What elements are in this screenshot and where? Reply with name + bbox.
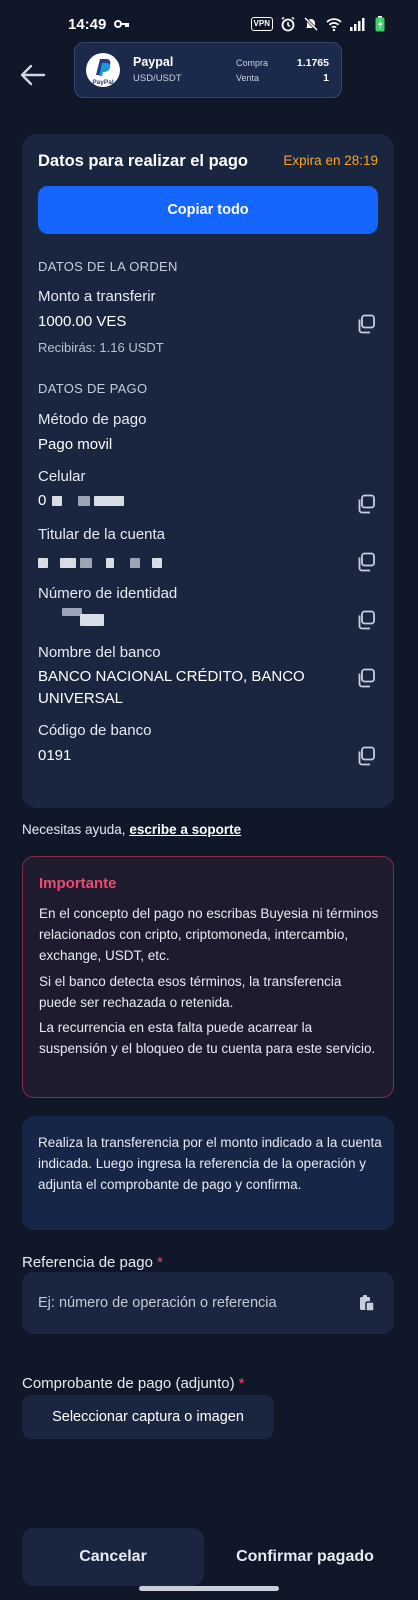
redacted-text [94, 496, 124, 506]
alarm-icon [281, 16, 295, 32]
home-indicator[interactable] [139, 1586, 279, 1591]
method-label: Método de pago [38, 411, 147, 428]
redacted-text [80, 614, 104, 626]
required-mark: * [156, 1254, 163, 1271]
status-bar: 14:49 VPN [0, 0, 418, 44]
pair-subtitle: USD/USDT [133, 73, 182, 84]
card-title: Datos para realizar el pago [38, 152, 248, 170]
copy-bank-code-icon[interactable] [356, 746, 376, 766]
back-arrow-icon[interactable] [18, 60, 48, 90]
bank-code-label: Código de banco [38, 722, 152, 739]
pair-card: PayPal Paypal USD/USDT Compra 1.1765 Ven… [74, 42, 342, 98]
wifi-icon [326, 18, 342, 32]
reference-label: Referencia de pago * [22, 1254, 163, 1271]
payment-details-card: Datos para realizar el pago Expira en 28… [22, 134, 394, 808]
redacted-text [62, 608, 82, 616]
copy-bank-icon[interactable] [356, 668, 376, 688]
reference-input[interactable] [22, 1272, 394, 1334]
amount-label: Monto a transferir [38, 288, 156, 305]
redacted-text [80, 558, 92, 568]
required-mark: * [238, 1375, 245, 1392]
key-icon [114, 20, 129, 28]
select-image-button[interactable]: Seleccionar captura o imagen [22, 1395, 274, 1439]
important-paragraph: En el concepto del pago no escribas Buye… [39, 906, 379, 963]
important-paragraph: La recurrencia en esta falta puede acarr… [39, 1020, 376, 1056]
help-line: Necesitas ayuda, escribe a soporte [22, 822, 241, 837]
confirm-paid-button[interactable]: Confirmar pagado [214, 1528, 396, 1586]
bank-value: BANCO NACIONAL CRÉDITO, BANCO UNIVERSAL [38, 668, 305, 707]
phone-label: Celular [38, 468, 86, 485]
status-icons: VPN [250, 16, 388, 32]
sell-value: 1 [323, 72, 329, 84]
vpn-badge: VPN [250, 17, 273, 31]
sell-label: Venta [236, 73, 260, 83]
instructions-text: Realiza la transferencia por el monto in… [38, 1135, 382, 1192]
redacted-text [106, 558, 114, 568]
battery-icon [375, 16, 385, 32]
reference-label-text: Referencia de pago [22, 1254, 153, 1271]
important-title: Importante [39, 875, 117, 892]
redacted-text [38, 558, 48, 568]
instructions-box: Realiza la transferencia por el monto in… [22, 1116, 394, 1230]
buy-label: Compra [236, 58, 269, 68]
support-link[interactable]: escribe a soporte [129, 822, 241, 837]
payment-section-heading: DATOS DE PAGO [38, 381, 148, 396]
pair-name: Paypal [133, 55, 174, 69]
receipt-label: Comprobante de pago (adjunto) * [22, 1375, 245, 1392]
copy-amount-icon[interactable] [356, 314, 376, 334]
paypal-logo: PayPal [86, 53, 120, 87]
redacted-text [152, 558, 162, 568]
expiration-timer: Expira en 28:19 [283, 153, 378, 168]
copy-all-button[interactable]: Copiar todo [38, 186, 378, 234]
bank-label: Nombre del banco [38, 644, 161, 661]
copy-phone-icon[interactable] [356, 494, 376, 514]
copy-id-icon[interactable] [356, 610, 376, 630]
redacted-text [78, 496, 90, 506]
redacted-text [60, 558, 76, 568]
redacted-text [52, 496, 62, 506]
copy-holder-icon[interactable] [356, 552, 376, 572]
redacted-text [130, 558, 140, 568]
important-paragraph: Si el banco detecta esos términos, la tr… [39, 974, 342, 1010]
buy-value: 1.1765 [296, 57, 329, 69]
phone-value: 0 [38, 492, 47, 509]
paste-icon[interactable] [358, 1294, 376, 1312]
important-notice: Importante En el concepto del pago no es… [22, 856, 394, 1098]
signal-icon [350, 18, 365, 31]
holder-label: Titular de la cuenta [38, 526, 166, 543]
bell-off-icon [303, 16, 319, 32]
order-section-heading: DATOS DE LA ORDEN [38, 259, 178, 274]
cancel-button[interactable]: Cancelar [22, 1528, 204, 1586]
status-time: 14:49 [68, 16, 107, 33]
receive-text: Recibirás: 1.16 USDT [38, 340, 164, 355]
amount-value: 1000.00 VES [38, 313, 127, 330]
help-text: Necesitas ayuda, [22, 822, 126, 837]
id-label: Número de identidad [38, 585, 178, 602]
paypal-logo-text: PayPal [92, 79, 114, 86]
receipt-label-text: Comprobante de pago (adjunto) [22, 1375, 235, 1392]
method-value: Pago movil [38, 436, 113, 453]
bank-code-value: 0191 [38, 747, 72, 764]
